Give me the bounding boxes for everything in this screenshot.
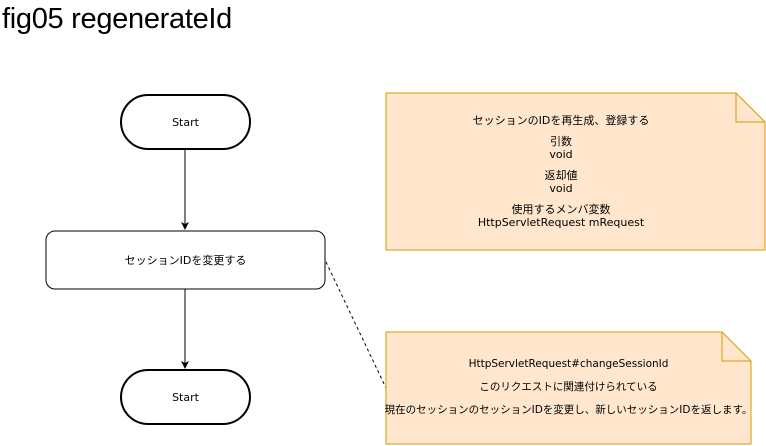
start-bottom-label: Start — [172, 390, 199, 404]
note-detail-line3: 現在のセッションのセッションIDを変更し、新しいセッションIDを返します。 — [384, 403, 753, 416]
association-dashed-line — [325, 261, 387, 389]
start-top-label: Start — [172, 115, 199, 129]
process-label: セッションIDを変更する — [124, 254, 247, 267]
note-main-heading: セッションのIDを再生成、登録する — [472, 114, 650, 127]
note-detail-line1: HttpServletRequest#changeSessionId — [468, 357, 669, 370]
note-main-args-label: 引数 — [550, 135, 572, 148]
note-main-members-label: 使用するメンバ変数 — [511, 203, 611, 216]
note-detail-text: HttpServletRequest#changeSessionId このリクエ… — [384, 346, 753, 428]
note-main-return-value: void — [549, 182, 573, 195]
note-main-text: セッションのIDを再生成、登録する 引数 void 返却値 void 使用するメ… — [386, 93, 736, 250]
note-main-return-label: 返却値 — [544, 169, 578, 182]
note-main-args-value: void — [549, 148, 573, 161]
note-main-members-value: HttpServletRequest mRequest — [477, 216, 645, 229]
note-detail-line2: このリクエストに関連付けられている — [479, 380, 658, 393]
